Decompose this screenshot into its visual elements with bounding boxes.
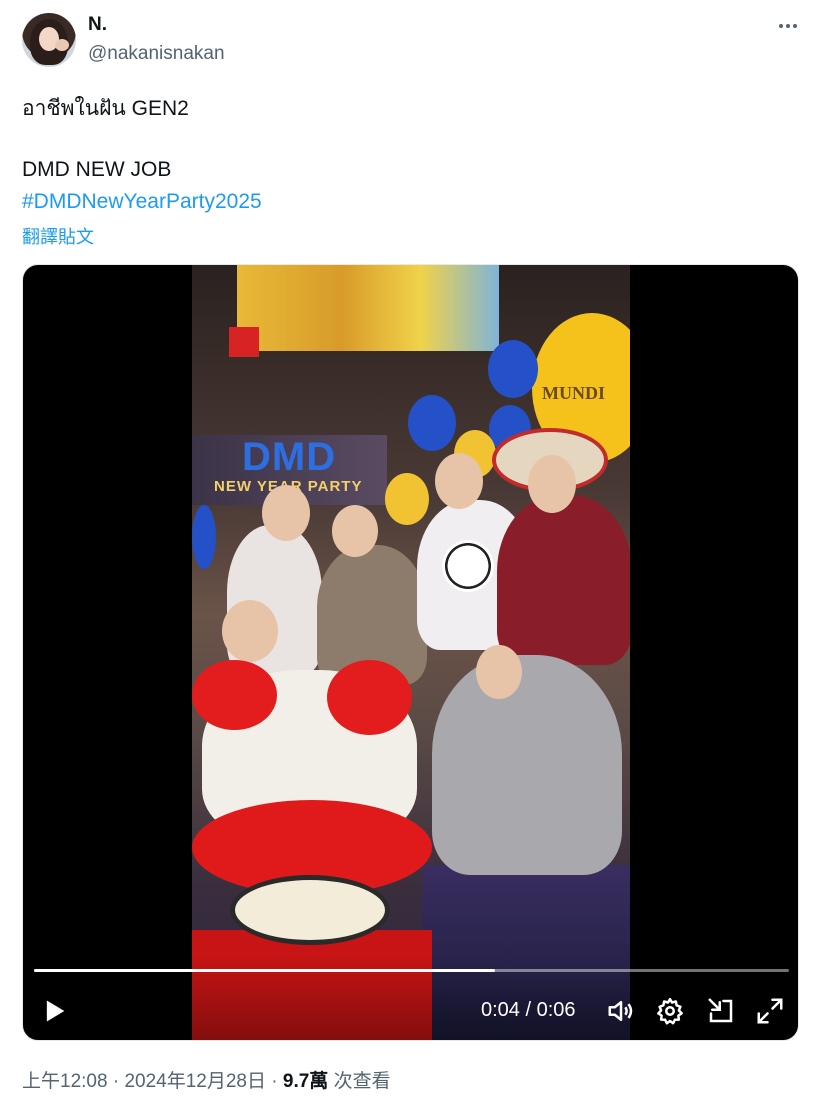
post-date[interactable]: 2024年12月28日 <box>124 1071 266 1092</box>
person-head <box>332 505 378 557</box>
person-astronaut <box>432 655 622 875</box>
time-separator: / <box>525 999 532 1021</box>
yellow-balloon-small <box>385 473 429 525</box>
lion-ear <box>327 660 412 735</box>
video-frame: DMD NEW YEAR PARTY MUNDI <box>192 265 630 1040</box>
author-name[interactable]: N. <box>88 14 107 36</box>
volume-icon[interactable] <box>606 996 636 1026</box>
soccer-ball <box>442 540 494 592</box>
author-handle[interactable]: @nakanisnakan <box>88 43 225 65</box>
lion-ear <box>192 660 277 730</box>
more-dot-icon <box>793 24 797 28</box>
settings-gear-icon[interactable] <box>655 996 685 1026</box>
view-count: 9.7萬 <box>282 1071 329 1092</box>
author-avatar[interactable] <box>22 13 76 67</box>
post-time[interactable]: 上午12:08 <box>22 1071 108 1092</box>
balloon-text: MUNDI <box>542 383 605 403</box>
person-head <box>476 645 522 699</box>
more-options-button[interactable] <box>774 14 802 38</box>
background-screen <box>237 265 499 351</box>
play-icon[interactable] <box>41 997 69 1025</box>
person-figure <box>497 495 630 665</box>
tweet-text-line-2: DMD NEW JOB <box>22 158 172 181</box>
more-dot-icon <box>779 24 783 28</box>
blue-balloon <box>192 505 216 569</box>
meta-dot: · <box>271 1071 278 1092</box>
hashtag-link[interactable]: #DMDNewYearParty2025 <box>22 190 262 214</box>
blue-balloon <box>408 395 456 451</box>
popout-icon[interactable] <box>706 996 736 1026</box>
tweet-metadata: 上午12:08 · 2024年12月28日 · 9.7萬 次查看 <box>22 1066 391 1093</box>
duration: 0:06 <box>536 999 576 1021</box>
video-player[interactable]: DMD NEW YEAR PARTY MUNDI <box>22 264 799 1041</box>
person-head <box>435 453 483 509</box>
more-dot-icon <box>786 24 790 28</box>
party-sign-title: DMD <box>242 435 337 479</box>
translate-post-link[interactable]: 翻譯貼文 <box>22 223 94 249</box>
current-time: 0:04 <box>481 999 520 1021</box>
view-label: 次查看 <box>333 1071 391 1092</box>
person-head <box>222 600 278 662</box>
person-head <box>262 485 310 541</box>
tweet-text-line-1: อาชีพในฝัน GEN2 <box>22 97 189 120</box>
video-progress-bar[interactable] <box>34 969 789 972</box>
blue-balloon <box>488 340 538 398</box>
video-time: 0:04 / 0:06 <box>481 999 576 1022</box>
background-light <box>229 327 259 357</box>
lion-mouth <box>230 875 390 945</box>
avatar-hand <box>55 39 69 51</box>
person-head <box>528 455 576 513</box>
fullscreen-icon[interactable] <box>755 996 785 1026</box>
meta-dot: · <box>112 1071 120 1092</box>
video-progress-fill <box>34 969 495 972</box>
